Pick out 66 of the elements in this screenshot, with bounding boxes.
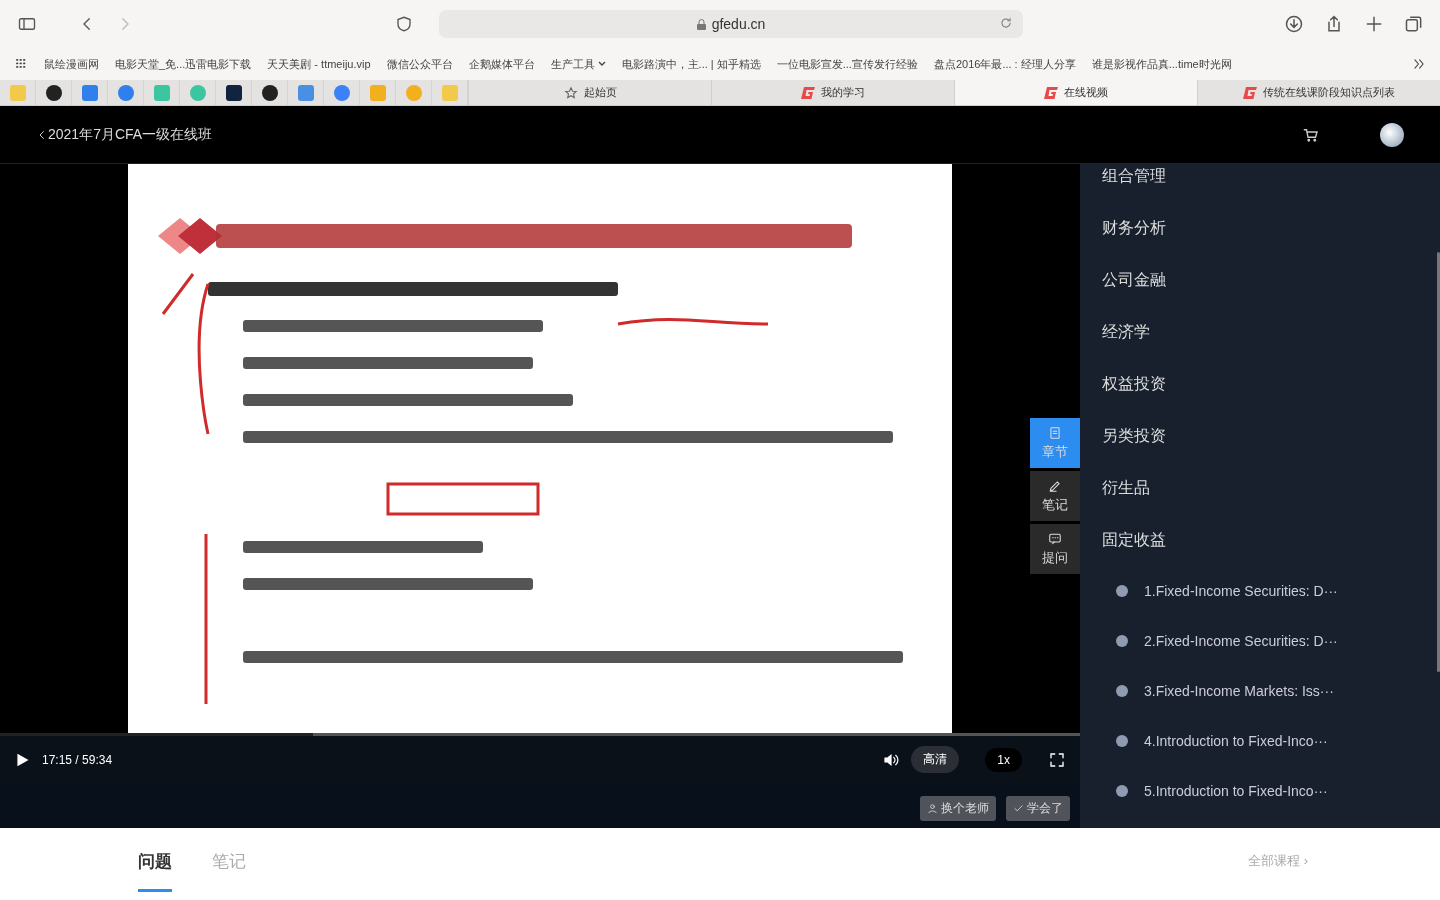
site-icon[interactable] [225, 84, 242, 101]
bullet-icon [1116, 685, 1128, 697]
chevron-down-icon [597, 61, 606, 67]
playback-time: 17:15 / 59:34 [42, 752, 113, 767]
bookmark-link[interactable]: 电影天堂_免...迅雷电影下载 [115, 56, 252, 72]
lesson-item[interactable]: 2.Fixed-Income Securities: D··· [1144, 633, 1338, 649]
lesson-item[interactable]: 3.Fixed-Income Markets: Iss··· [1144, 683, 1334, 699]
check-icon[interactable] [1013, 803, 1024, 814]
star-icon[interactable] [563, 85, 578, 100]
chapter-item[interactable]: 衍生品 [1102, 477, 1150, 499]
bookmark-link[interactable]: 一位电影宣发...宣传发行经验 [776, 56, 918, 72]
progress-track[interactable] [0, 733, 1080, 736]
learned-button[interactable]: 学会了 [1006, 796, 1070, 821]
bookmark-link[interactable]: 谁是影视作品真...time时光网 [1091, 56, 1232, 72]
download-icon[interactable] [1284, 14, 1304, 34]
bookmark-link[interactable]: 鼠绘漫画网 [44, 56, 99, 72]
tabs-overview-icon[interactable] [1404, 14, 1424, 34]
site-icon[interactable] [261, 84, 278, 101]
speed-button[interactable]: 1x [985, 747, 1022, 772]
grid-icon[interactable] [14, 57, 28, 71]
chapter-item[interactable]: 财务分析 [1102, 217, 1166, 239]
bullet-icon [1116, 735, 1128, 747]
bookmark-link[interactable]: 企鹅媒体平台 [468, 56, 535, 72]
chapter-item[interactable]: 经济学 [1102, 321, 1150, 343]
quality-button[interactable]: 高清 [911, 746, 960, 773]
person-icon[interactable] [927, 803, 938, 814]
lock-icon [696, 18, 706, 30]
play-icon[interactable] [14, 751, 30, 768]
plus-icon[interactable] [1364, 14, 1384, 34]
content-tab[interactable]: 问题 [138, 828, 172, 892]
reload-icon[interactable] [999, 16, 1013, 30]
bookmark-link[interactable]: 盘点2016年最... : 经理人分享 [933, 56, 1076, 72]
bullet-icon [1116, 785, 1128, 797]
bookmark-link[interactable]: 生产工具 [550, 56, 606, 72]
g-logo-icon [801, 86, 815, 99]
chapter-item[interactable]: 权益投资 [1102, 373, 1166, 395]
lesson-item[interactable]: 4.Introduction to Fixed-Inco··· [1144, 733, 1328, 749]
g-logo-icon [1243, 86, 1257, 99]
more-chevron-icon[interactable] [1412, 57, 1426, 71]
pencil-icon[interactable] [1048, 478, 1062, 493]
chapter-item[interactable]: 另类投资 [1102, 425, 1166, 447]
sidebar-icon[interactable] [16, 15, 38, 33]
chapter-item[interactable]: 固定收益 [1102, 529, 1166, 551]
lesson-item[interactable]: 5.Introduction to Fixed-Inco··· [1144, 783, 1328, 799]
course-back-link[interactable]: 2021年7月CFA一级在线班 [48, 125, 213, 144]
chat-icon[interactable] [1048, 531, 1062, 546]
volume-icon[interactable] [883, 751, 900, 768]
avatar[interactable] [1380, 122, 1404, 147]
site-icon[interactable] [45, 84, 62, 101]
bullet-icon [1116, 585, 1128, 597]
chapter-item[interactable]: 组合管理 [1102, 165, 1166, 187]
side-tab[interactable]: 笔记 [1030, 471, 1080, 521]
bookmark-link[interactable]: 电影路演中，主... | 知乎精选 [621, 56, 761, 72]
bookmark-link[interactable]: 微信公众平台 [386, 56, 453, 72]
chapter-item[interactable]: 公司金融 [1102, 269, 1166, 291]
address-field[interactable]: gfedu.cn [439, 10, 1023, 38]
lesson-item[interactable]: 1.Fixed-Income Securities: D··· [1144, 583, 1338, 599]
g-logo-icon [1044, 86, 1058, 99]
bullet-icon [1116, 635, 1128, 647]
fullscreen-icon[interactable] [1048, 750, 1066, 769]
address-text: gfedu.cn [711, 16, 766, 32]
side-tab[interactable]: 提问 [1030, 524, 1080, 574]
shield-icon[interactable] [395, 15, 413, 33]
bookmark-link[interactable]: 天天美剧 - ttmeiju.vip [267, 56, 371, 72]
browser-tab[interactable]: 在线视频 [954, 80, 1197, 105]
switch-teacher-button[interactable]: 换个老师 [920, 796, 996, 821]
